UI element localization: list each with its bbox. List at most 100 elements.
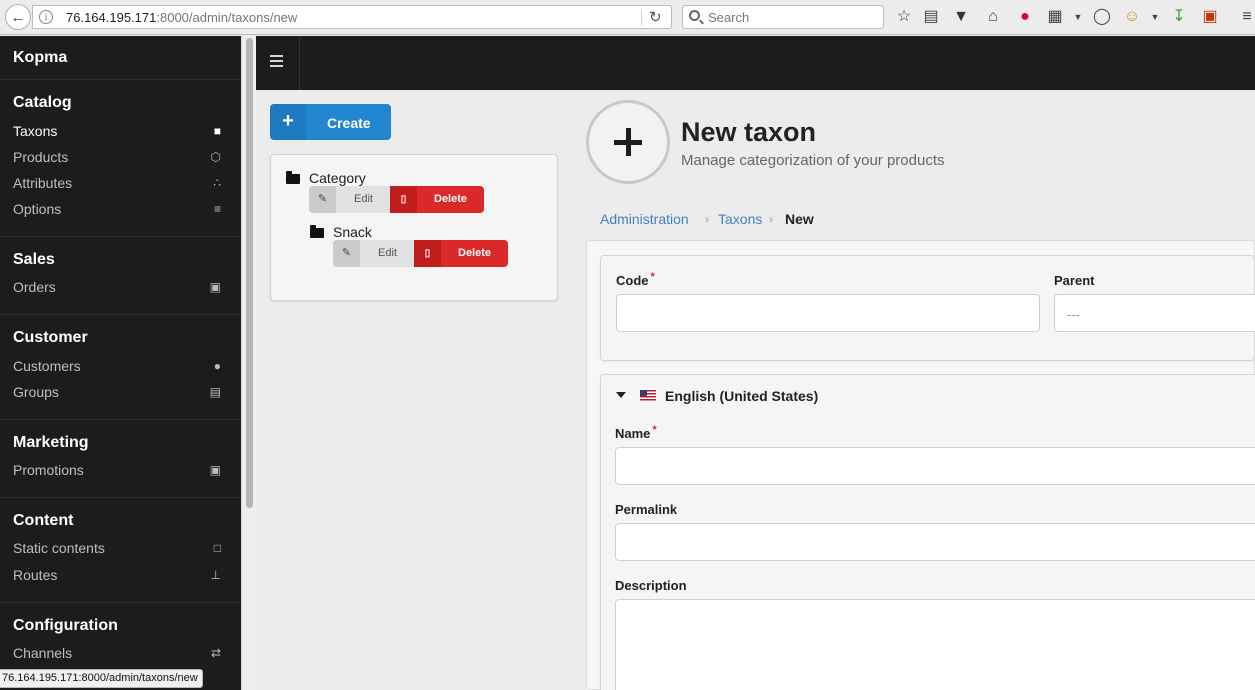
sidebar-item-channels[interactable]: Channels ⇄	[13, 643, 228, 665]
url-separator	[641, 9, 642, 26]
pencil-icon: ✎	[309, 186, 336, 213]
browser-search-input[interactable]: Search	[682, 5, 884, 29]
sidebar-divider	[0, 236, 241, 237]
parent-label: Parent	[1054, 273, 1095, 288]
section-sales: Sales	[13, 251, 55, 268]
delete-button[interactable]: ▯ Delete	[414, 240, 508, 267]
sidebar-divider	[0, 602, 241, 603]
pencil-icon: ✎	[333, 240, 360, 267]
arrow-left-icon: ←	[10, 8, 26, 26]
delete-button[interactable]: ▯ Delete	[390, 186, 484, 213]
sidebar-item-static-contents[interactable]: Static contents □	[13, 538, 228, 560]
edit-button[interactable]: ✎ Edit	[333, 240, 414, 267]
folder-icon	[310, 225, 324, 238]
browser-toolbar: ← i 76.164.195.171:8000/admin/taxons/new…	[0, 0, 1255, 35]
description-textarea[interactable]	[615, 599, 1255, 690]
pocket-icon[interactable]: ▼	[951, 7, 971, 27]
topbar-divider	[299, 36, 300, 90]
permalink-input[interactable]	[615, 523, 1255, 561]
trash-icon: ▯	[414, 240, 441, 267]
menu-icon[interactable]: ≡	[1237, 7, 1255, 27]
name-label: Name *	[615, 424, 657, 441]
chevron-right-icon: ›	[769, 212, 773, 226]
info-icon[interactable]: i	[39, 10, 53, 24]
addon-icon[interactable]: ▣	[1200, 7, 1220, 27]
cube-icon: ⬡	[210, 150, 221, 164]
section-marketing: Marketing	[13, 434, 89, 451]
file-icon: □	[213, 541, 221, 555]
taxon-tree: Category ✎ Edit ▯ Delete Snack ✎ Edit ▯ …	[270, 154, 558, 301]
code-label: Code *	[616, 271, 655, 288]
page-subtitle: Manage categorization of your products	[681, 152, 945, 169]
reading-list-icon[interactable]: ▤	[921, 7, 941, 27]
cubes-icon: ∴	[213, 176, 221, 190]
dropdown-caret-icon[interactable]: ▼	[1068, 7, 1088, 27]
sidebar-item-products[interactable]: Products ⬡	[13, 147, 228, 169]
download-icon[interactable]: ↧	[1169, 7, 1189, 27]
sidebar-item-options[interactable]: Options ≡	[13, 199, 228, 221]
cart-plus-icon: ▣	[209, 463, 221, 477]
page-title: New taxon	[681, 117, 817, 147]
url-text: 76.164.195.171:8000/admin/taxons/new	[66, 10, 298, 25]
breadcrumb-current: New	[785, 211, 814, 227]
home-icon[interactable]: ⌂	[983, 7, 1003, 27]
breadcrumb-administration[interactable]: Administration	[600, 211, 689, 227]
sidebar-divider	[0, 419, 241, 420]
sidebar-item-taxons[interactable]: Taxons ■	[13, 121, 228, 143]
sidebar-item-orders[interactable]: Orders ▣	[13, 277, 228, 299]
search-placeholder: Search	[708, 10, 750, 25]
plus-icon	[586, 100, 670, 184]
sidebar-item-attributes[interactable]: Attributes ∴	[13, 173, 228, 195]
monkey-icon[interactable]: ☺	[1122, 7, 1142, 27]
sidebar-item-promotions[interactable]: Promotions ▣	[13, 460, 228, 482]
shuffle-icon: ⇄	[210, 646, 221, 660]
tree-node-label[interactable]: Category	[309, 170, 366, 186]
language-toggle[interactable]: English (United States)	[665, 388, 818, 404]
sidebar-divider	[0, 497, 241, 498]
shield-icon[interactable]: ◯	[1092, 7, 1112, 27]
sliders-icon: ≡	[213, 202, 221, 216]
name-input[interactable]	[615, 447, 1255, 485]
scrollbar-thumb[interactable]	[246, 38, 253, 508]
users-icon: ●	[213, 359, 221, 373]
edit-button[interactable]: ✎ Edit	[309, 186, 390, 213]
breadcrumb-taxons[interactable]: Taxons	[718, 211, 762, 227]
sidebar-item-customers[interactable]: Customers ●	[13, 356, 228, 378]
bookmark-star-icon[interactable]: ☆	[894, 7, 914, 27]
extension-color-icon[interactable]: ●	[1015, 7, 1035, 27]
parent-select[interactable]: ---	[1054, 294, 1255, 332]
hamburger-menu-icon[interactable]	[270, 55, 285, 69]
top-menu-bar	[256, 36, 1255, 90]
tree-node-label[interactable]: Snack	[333, 224, 372, 240]
caret-down-icon[interactable]	[616, 392, 626, 398]
address-bar[interactable]: i 76.164.195.171:8000/admin/taxons/new ↻	[32, 5, 672, 29]
folder-icon	[286, 171, 300, 184]
sitemap-icon: ⊥	[210, 568, 221, 582]
sidebar-divider	[0, 314, 241, 315]
sidebar: Kopma Catalog Taxons ■ Products ⬡ Attribut…	[0, 36, 241, 690]
brand-logo[interactable]: Kopma	[13, 49, 67, 67]
chevron-right-icon: ›	[705, 212, 709, 226]
section-catalog: Catalog	[13, 94, 72, 111]
clipboard-icon[interactable]: ▦	[1045, 7, 1065, 27]
sidebar-scrollbar[interactable]	[241, 36, 256, 690]
sidebar-divider	[0, 79, 241, 80]
create-label: Create	[327, 115, 371, 131]
back-button[interactable]: ←	[5, 4, 31, 30]
search-icon	[689, 10, 700, 21]
create-button[interactable]: + Create	[270, 104, 391, 140]
section-configuration: Configuration	[13, 617, 118, 634]
link-status-bar: 76.164.195.171:8000/admin/taxons/new	[0, 669, 203, 688]
sidebar-item-groups[interactable]: Groups ▤	[13, 382, 228, 404]
dropdown-caret-icon[interactable]: ▼	[1145, 7, 1165, 27]
trash-icon: ▯	[390, 186, 417, 213]
permalink-label: Permalink	[615, 502, 678, 517]
cart-icon: ▣	[209, 280, 221, 294]
reload-icon[interactable]: ↻	[649, 8, 662, 26]
code-input[interactable]	[616, 294, 1040, 332]
sidebar-item-routes[interactable]: Routes ⊥	[13, 565, 228, 587]
folder-icon: ■	[213, 124, 221, 138]
archive-icon: ▤	[209, 385, 221, 399]
description-label: Description	[615, 578, 687, 593]
us-flag-icon	[640, 390, 656, 401]
